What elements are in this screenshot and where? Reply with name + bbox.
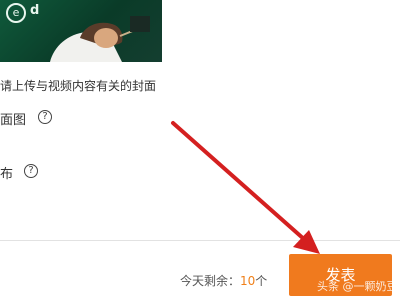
publish-help-icon[interactable]: ? <box>24 164 38 178</box>
remaining-label: 今天剩余： <box>180 274 241 288</box>
remaining-unit: 个 <box>255 274 268 288</box>
remaining-count: 今天剩余：10个 <box>180 272 267 289</box>
watermark-text: 头条 @一颗奶豆 <box>317 280 398 293</box>
footer-divider <box>0 240 400 241</box>
cover-image-label: 面图 <box>0 113 27 128</box>
cover-hint-text: 请上传与视频内容有关的封面 <box>0 79 157 93</box>
cover-help-icon[interactable]: ? <box>38 110 52 124</box>
cover-thumbnail[interactable]: e d <box>0 0 162 62</box>
channel-logo-icon: e <box>6 3 26 23</box>
snooker-player-image <box>50 16 150 62</box>
remaining-number: 10 <box>240 274 256 288</box>
publish-option-label: 布 <box>0 167 14 182</box>
channel-logo-text: d <box>30 3 40 18</box>
